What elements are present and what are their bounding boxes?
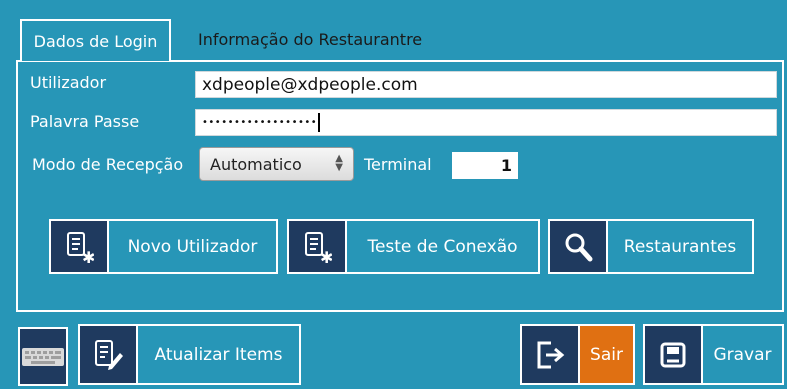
save-label: Gravar xyxy=(713,344,772,365)
new-user-button[interactable]: ✱ Novo Utilizador xyxy=(49,219,278,274)
password-field[interactable]: •••••••••••••••••• xyxy=(195,109,777,136)
update-items-label: Atualizar Items xyxy=(154,344,283,365)
test-connection-label: Teste de Conexão xyxy=(367,236,518,257)
password-value: •••••••••••••••••• xyxy=(202,117,318,128)
new-user-label: Novo Utilizador xyxy=(127,236,258,257)
svg-text:✱: ✱ xyxy=(82,248,94,264)
document-new-icon: ✱ xyxy=(51,221,109,272)
password-label: Palavra Passe xyxy=(30,112,140,131)
keyboard-icon xyxy=(22,347,64,366)
document-new-icon: ✱ xyxy=(289,221,347,272)
keyboard-button[interactable] xyxy=(18,327,68,386)
update-items-button[interactable]: Atualizar Items xyxy=(78,324,301,385)
search-icon xyxy=(550,221,608,272)
tab-login-label: Dados de Login xyxy=(33,31,158,51)
mode-label: Modo de Recepção xyxy=(32,155,184,174)
save-icon xyxy=(645,326,703,383)
svg-text:✱: ✱ xyxy=(320,248,332,264)
restaurants-button[interactable]: Restaurantes xyxy=(548,219,754,274)
mode-select-value: Automatico xyxy=(210,154,302,174)
tab-restaurant-label: Informação do Restaurantre xyxy=(198,30,423,49)
user-field[interactable]: xdpeople@xdpeople.com xyxy=(195,71,777,98)
tab-restaurant-info[interactable]: Informação do Restaurantre xyxy=(198,30,422,49)
edit-document-icon xyxy=(80,326,138,383)
exit-button[interactable]: Sair xyxy=(520,324,635,385)
exit-label: Sair xyxy=(590,344,623,365)
terminal-field[interactable]: 1 xyxy=(452,152,518,179)
user-label: Utilizador xyxy=(30,73,107,92)
terminal-label: Terminal xyxy=(364,155,432,174)
test-connection-button[interactable]: ✱ Teste de Conexão xyxy=(287,219,540,274)
tab-login-data[interactable]: Dados de Login xyxy=(20,19,171,61)
select-arrows-icon: ▲ ▼ xyxy=(335,153,343,173)
restaurants-label: Restaurantes xyxy=(623,236,737,257)
exit-icon xyxy=(522,326,580,383)
exit-label-box: Sair xyxy=(580,326,633,383)
save-button[interactable]: Gravar xyxy=(643,324,784,385)
mode-select[interactable]: Automatico ▲ ▼ xyxy=(199,147,354,181)
user-value: xdpeople@xdpeople.com xyxy=(202,74,418,95)
terminal-value: 1 xyxy=(500,156,512,175)
text-caret xyxy=(318,113,321,132)
